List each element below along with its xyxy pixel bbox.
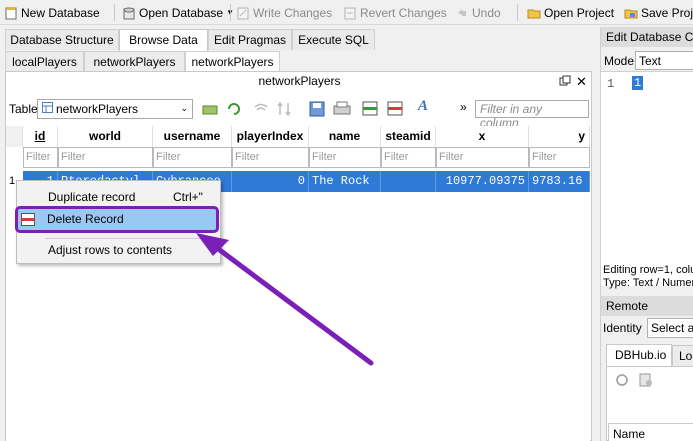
refresh-remote-icon[interactable] xyxy=(615,373,629,390)
mode-label: Mode: xyxy=(604,54,638,68)
cell-editor[interactable]: 1 1 xyxy=(601,71,693,286)
identity-select[interactable]: Select an xyxy=(647,318,693,338)
clone-database-icon[interactable] xyxy=(639,372,653,391)
tab-label: Lo xyxy=(679,349,693,363)
editing-status: Editing row=1, colu xyxy=(603,264,693,276)
remote-name-column[interactable]: Name xyxy=(608,423,693,441)
tab-label: DBHub.io xyxy=(615,348,667,362)
type-status: Type: Text / Numer xyxy=(603,277,693,289)
cell-editor-value: 1 xyxy=(632,76,644,90)
tab-dbhub[interactable]: DBHub.io xyxy=(606,344,672,366)
tab-local[interactable]: Lo xyxy=(672,345,693,366)
remote-content: Name xyxy=(606,366,693,441)
name-column-header: Name xyxy=(613,427,646,441)
edit-cell-panel: Edit Database Ce Mode: Text 1 1 Editing … xyxy=(600,27,693,441)
identity-value: Select an xyxy=(651,321,693,335)
identity-label: Identity xyxy=(603,321,642,335)
edit-cell-title: Edit Database Ce xyxy=(601,27,693,47)
annotation-arrow xyxy=(196,233,374,366)
mode-value: Text xyxy=(639,54,662,68)
mode-select[interactable]: Text xyxy=(635,51,693,70)
remote-title: Remote xyxy=(601,296,693,316)
line-number: 1 xyxy=(607,77,615,91)
